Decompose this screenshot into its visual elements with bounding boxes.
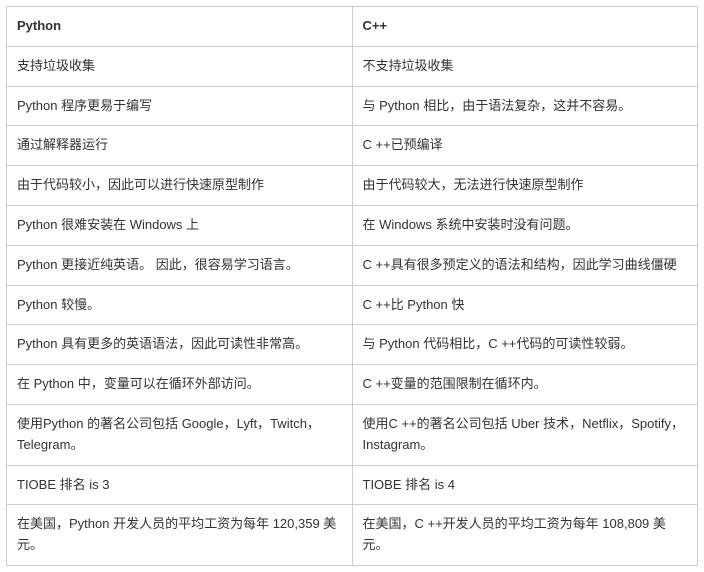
cell-python: TIOBE 排名 is 3 [7,465,353,505]
cell-cpp: TIOBE 排名 is 4 [352,465,698,505]
table-row: Python 具有更多的英语语法，因此可读性非常高。 与 Python 代码相比… [7,325,698,365]
cell-cpp: 与 Python 代码相比，C ++代码的可读性较弱。 [352,325,698,365]
table-row: Python 很难安装在 Windows 上 在 Windows 系统中安装时没… [7,205,698,245]
cell-cpp: C ++具有很多预定义的语法和结构，因此学习曲线僵硬 [352,245,698,285]
cell-cpp: 在 Windows 系统中安装时没有问题。 [352,205,698,245]
cell-cpp: C ++比 Python 快 [352,285,698,325]
cell-cpp: 与 Python 相比，由于语法复杂，这并不容易。 [352,86,698,126]
cell-python: 使用Python 的著名公司包括 Google，Lyft，Twitch，Tele… [7,404,353,465]
cell-python: 在 Python 中，变量可以在循环外部访问。 [7,365,353,405]
cell-cpp: 由于代码较大，无法进行快速原型制作 [352,166,698,206]
cell-python: Python 很难安装在 Windows 上 [7,205,353,245]
table-row: 使用Python 的著名公司包括 Google，Lyft，Twitch，Tele… [7,404,698,465]
cell-python: 在美国，Python 开发人员的平均工资为每年 120,359 美元。 [7,505,353,566]
table-row: 在 Python 中，变量可以在循环外部访问。 C ++变量的范围限制在循环内。 [7,365,698,405]
header-cpp: C++ [352,7,698,47]
cell-python: Python 更接近纯英语。 因此，很容易学习语言。 [7,245,353,285]
table-row: 通过解释器运行 C ++已预编译 [7,126,698,166]
table-row: 由于代码较小，因此可以进行快速原型制作 由于代码较大，无法进行快速原型制作 [7,166,698,206]
table-row: 支持垃圾收集 不支持垃圾收集 [7,46,698,86]
cell-cpp: 不支持垃圾收集 [352,46,698,86]
cell-cpp: 使用C ++的著名公司包括 Uber 技术，Netflix，Spotify，In… [352,404,698,465]
table-header-row: Python C++ [7,7,698,47]
cell-cpp: C ++已预编译 [352,126,698,166]
header-python: Python [7,7,353,47]
table-row: TIOBE 排名 is 3 TIOBE 排名 is 4 [7,465,698,505]
table-row: Python 较慢。 C ++比 Python 快 [7,285,698,325]
cell-python: 支持垃圾收集 [7,46,353,86]
cell-cpp: C ++变量的范围限制在循环内。 [352,365,698,405]
table-row: Python 更接近纯英语。 因此，很容易学习语言。 C ++具有很多预定义的语… [7,245,698,285]
cell-python: 由于代码较小，因此可以进行快速原型制作 [7,166,353,206]
cell-cpp: 在美国，C ++开发人员的平均工资为每年 108,809 美元。 [352,505,698,566]
comparison-table: Python C++ 支持垃圾收集 不支持垃圾收集 Python 程序更易于编写… [6,6,698,566]
table-row: 在美国，Python 开发人员的平均工资为每年 120,359 美元。 在美国，… [7,505,698,566]
cell-python: Python 较慢。 [7,285,353,325]
cell-python: 通过解释器运行 [7,126,353,166]
cell-python: Python 程序更易于编写 [7,86,353,126]
table-row: Python 程序更易于编写 与 Python 相比，由于语法复杂，这并不容易。 [7,86,698,126]
cell-python: Python 具有更多的英语语法，因此可读性非常高。 [7,325,353,365]
